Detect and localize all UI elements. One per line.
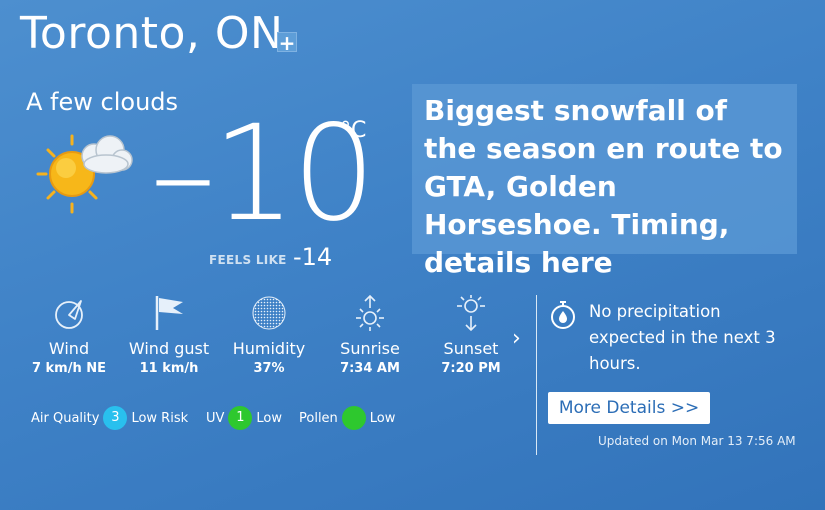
divider xyxy=(536,295,537,455)
stat-label: Wind gust xyxy=(128,339,210,358)
stat-wind-gust: Wind gust 11 km/h xyxy=(114,292,224,378)
air-quality-status: Low Risk xyxy=(131,410,189,426)
temperature-value: –10 xyxy=(150,97,376,251)
stat-value: 7:34 AM xyxy=(340,361,400,376)
stat-label: Sunset xyxy=(443,339,499,358)
sunset-icon xyxy=(416,292,526,334)
city-title: Toronto, ON xyxy=(20,8,284,59)
uv-status: Low xyxy=(256,410,283,426)
updated-timestamp: Updated on Mon Mar 13 7:56 AM xyxy=(598,434,796,448)
stat-value: 37% xyxy=(253,361,285,376)
stat-label: Wind xyxy=(48,339,90,358)
stat-sunset: Sunset 7:20 PM xyxy=(416,292,526,378)
chevron-right-icon[interactable]: › xyxy=(512,326,521,351)
feels-like-value: -14 xyxy=(293,243,333,271)
temperature-unit: °C xyxy=(340,118,367,143)
stat-value: 11 km/h xyxy=(139,361,199,376)
flag-icon xyxy=(114,292,224,334)
humidity-icon xyxy=(214,292,324,334)
stat-value: 7:20 PM xyxy=(441,361,501,376)
more-details-button[interactable]: More Details >> xyxy=(548,392,710,424)
stat-label: Sunrise xyxy=(340,339,400,358)
stat-humidity: Humidity 37% xyxy=(214,292,324,378)
feels-like-label: FEELS LIKE xyxy=(209,253,287,267)
air-quality-badge: 3 xyxy=(103,406,128,430)
pollen-status: Low xyxy=(369,410,396,426)
pollen-label: Pollen xyxy=(299,410,338,426)
uv-label: UV xyxy=(206,410,225,426)
precipitation-text: No precipitation expected in the next 3 … xyxy=(589,302,776,373)
stat-sunrise: Sunrise 7:34 AM xyxy=(315,292,425,378)
sunrise-icon xyxy=(315,292,425,334)
pollen-index[interactable]: Pollen Low xyxy=(299,406,395,430)
uv-index[interactable]: UV 1 Low xyxy=(206,406,282,430)
stat-label: Humidity xyxy=(232,339,306,358)
air-quality-index[interactable]: Air Quality 3 Low Risk xyxy=(31,406,188,430)
sun-cloud-icon xyxy=(36,134,133,214)
wind-icon xyxy=(14,292,124,334)
stopwatch-drop-icon xyxy=(551,301,575,329)
news-headline[interactable]: Biggest snowfall of the season en route … xyxy=(412,84,797,279)
stat-wind: Wind 7 km/h NE xyxy=(14,292,124,378)
add-location-button[interactable]: + xyxy=(277,32,297,53)
pollen-badge xyxy=(341,406,366,430)
air-quality-label: Air Quality xyxy=(31,410,100,426)
stat-value: 7 km/h NE xyxy=(31,361,107,376)
uv-badge: 1 xyxy=(228,406,253,430)
